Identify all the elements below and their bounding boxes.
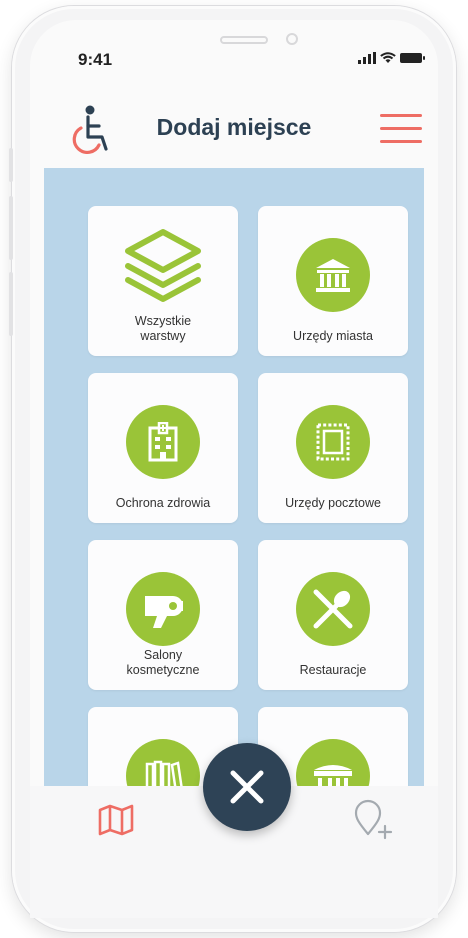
category-card-post-office[interactable]: Urzędy pocztowe: [258, 373, 408, 523]
phone-volume-down: [9, 272, 13, 336]
battery-icon: [400, 53, 425, 63]
category-label: Salony kosmetyczne: [126, 648, 200, 677]
hairdryer-icon: [126, 572, 200, 646]
category-grid: Wszystkie warstwy Urzędy miasta Ochrona …: [44, 168, 424, 786]
hamburger-menu-icon[interactable]: [380, 114, 422, 144]
category-label: Wszystkie warstwy: [134, 314, 192, 343]
category-card-all-layers[interactable]: Wszystkie warstwy: [88, 206, 238, 356]
status-icons: [358, 52, 426, 64]
wifi-icon: [380, 52, 396, 63]
category-label: Ochrona zdrowia: [115, 496, 211, 510]
category-label: Restauracje: [299, 663, 367, 677]
phone-volume-up: [9, 196, 13, 260]
category-card-healthcare[interactable]: Ochrona zdrowia: [88, 373, 238, 523]
market-stall-icon: [296, 739, 370, 786]
fork-spoon-icon: [296, 572, 370, 646]
close-icon: [230, 770, 264, 804]
stamp-icon: [296, 405, 370, 479]
books-icon: [126, 739, 200, 786]
phone-speaker: [220, 36, 268, 44]
close-button[interactable]: [203, 743, 291, 831]
category-card-beauty-salons[interactable]: Salony kosmetyczne: [88, 540, 238, 690]
layers-icon: [125, 229, 201, 302]
category-label: Urzędy pocztowe: [285, 496, 381, 510]
map-icon[interactable]: [96, 804, 136, 836]
signal-icon: [358, 52, 376, 64]
category-card-city-hall[interactable]: Urzędy miasta: [258, 206, 408, 356]
hospital-icon: [126, 405, 200, 479]
city-hall-icon: [296, 238, 370, 312]
category-card-restaurants[interactable]: Restauracje: [258, 540, 408, 690]
add-pin-icon[interactable]: [352, 798, 394, 840]
phone-camera: [286, 33, 298, 45]
phone-side-button: [9, 148, 13, 182]
status-time: 9:41: [78, 50, 113, 69]
category-label: Urzędy miasta: [293, 329, 373, 343]
